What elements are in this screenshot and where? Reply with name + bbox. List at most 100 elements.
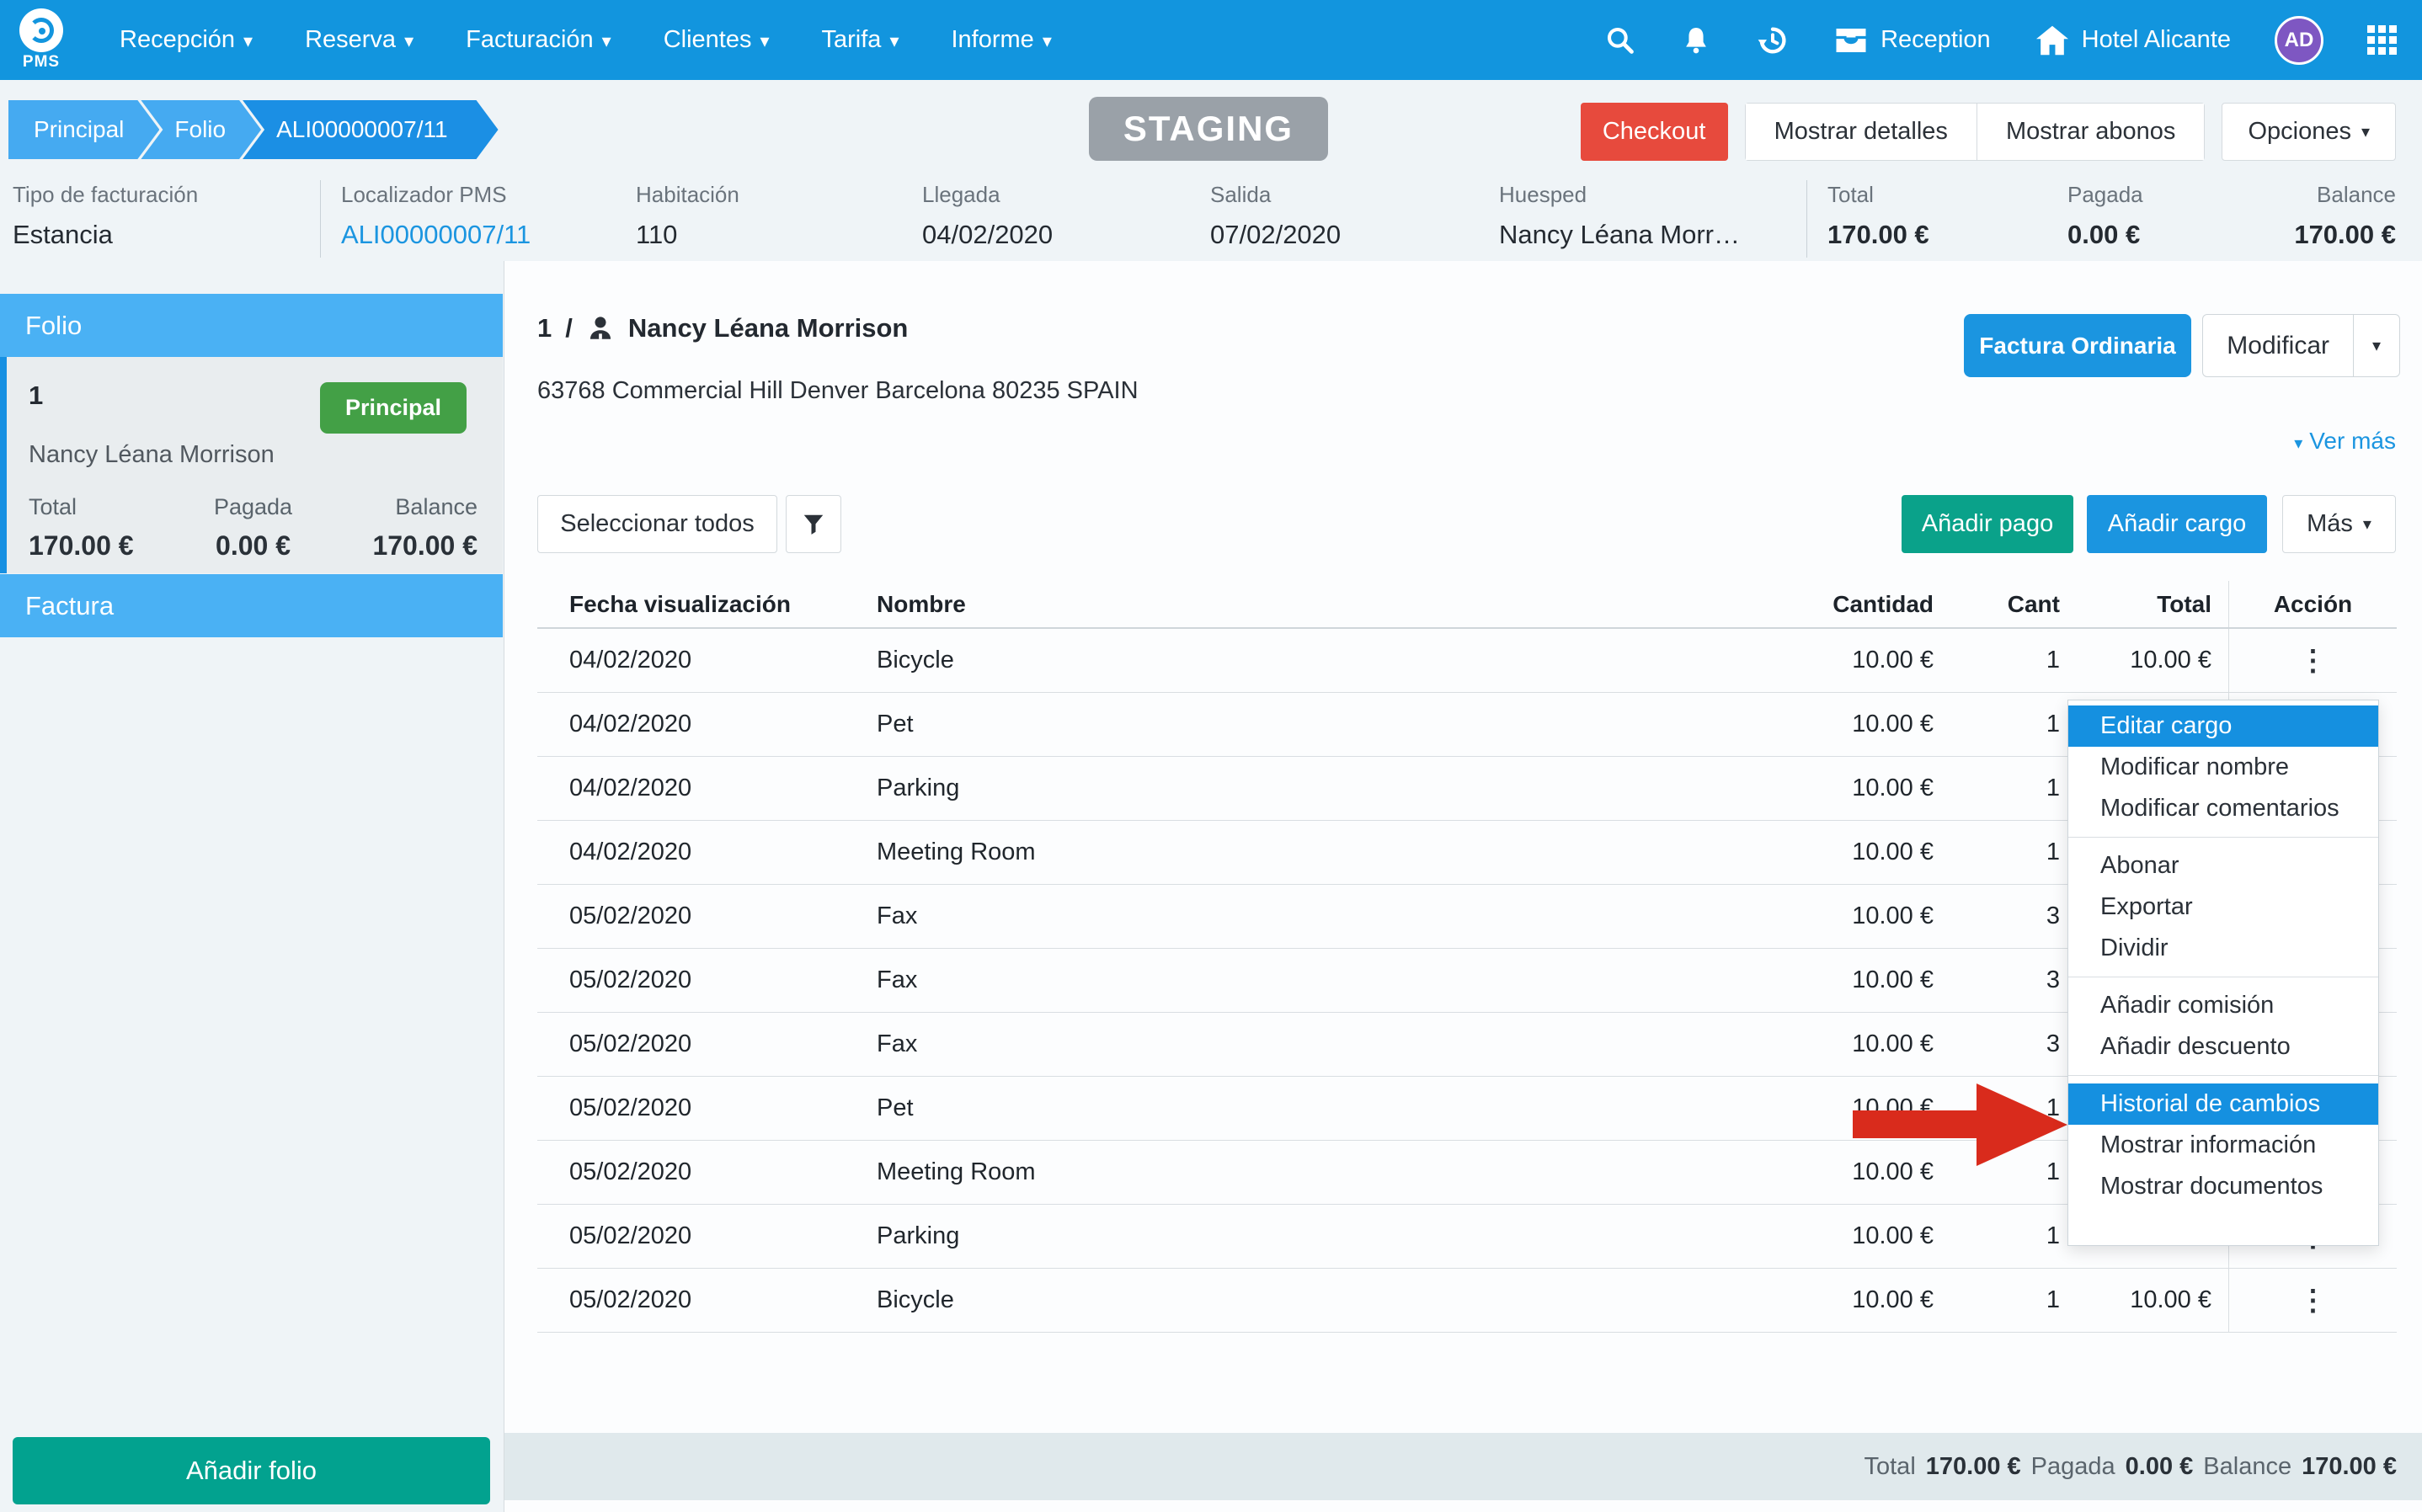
table-row[interactable]: 04/02/2020 Bicycle 10.00 € 1 10.00 € ⋮ xyxy=(537,629,2397,693)
modificar-split-button[interactable]: Modificar ▾ xyxy=(2202,314,2400,377)
inbox-label: Reception xyxy=(1881,26,1991,54)
factura-ordinaria-button[interactable]: Factura Ordinaria xyxy=(1964,314,2191,377)
hotel-label: Hotel Alicante xyxy=(2082,26,2231,54)
menu-tarifa[interactable]: Tarifa▾ xyxy=(822,26,899,54)
guest-index: 1 xyxy=(537,313,552,343)
info-habitacion: Habitación 110 xyxy=(636,182,739,250)
chevron-down-icon: ▾ xyxy=(1043,30,1052,51)
more-button[interactable]: Más▾ xyxy=(2282,495,2396,553)
menu-item-modificar-comentarios[interactable]: Modificar comentarios xyxy=(2068,788,2378,829)
add-charge-button[interactable]: Añadir cargo xyxy=(2087,495,2267,553)
menu-recepcion[interactable]: Recepción▾ xyxy=(120,26,253,54)
info-huesped: Huesped Nancy Léana Morr… xyxy=(1499,182,1740,250)
menu-item-anadir-comision[interactable]: Añadir comisión xyxy=(2068,985,2378,1026)
principal-badge: Principal xyxy=(320,382,467,434)
top-navbar: PMS Recepción▾ Reserva▾ Facturación▾ Cli… xyxy=(0,0,2422,80)
avatar[interactable]: AD xyxy=(2275,16,2323,65)
info-balance: Balance 170.00 € xyxy=(2294,182,2396,250)
row-actions-kebab-icon[interactable]: ⋮ xyxy=(2299,647,2328,675)
divider xyxy=(2068,837,2378,838)
table-row[interactable]: 05/02/2020 Bicycle 10.00 € 1 10.00 € ⋮ xyxy=(537,1269,2397,1333)
divider xyxy=(1806,180,1807,258)
info-salida: Salida 07/02/2020 xyxy=(1210,182,1341,250)
apps-grid-icon[interactable] xyxy=(2367,25,2397,55)
add-folio-button[interactable]: Añadir folio xyxy=(13,1437,490,1504)
reservation-info-bar: Tipo de facturación Estancia Localizador… xyxy=(0,177,2422,261)
sidebar-folio-header[interactable]: Folio xyxy=(0,294,503,357)
menu-item-abonar[interactable]: Abonar xyxy=(2068,845,2378,886)
menu-item-exportar[interactable]: Exportar xyxy=(2068,886,2378,928)
modificar-button[interactable]: Modificar xyxy=(2203,315,2353,376)
chevron-down-icon: ▾ xyxy=(2361,121,2370,142)
inbox-icon xyxy=(1833,25,1869,56)
guest-address: 63768 Commercial Hill Denver Barcelona 8… xyxy=(537,377,1139,405)
search-icon[interactable] xyxy=(1604,24,1636,56)
history-icon[interactable] xyxy=(1756,24,1790,57)
chevron-down-icon: ▾ xyxy=(889,30,899,51)
info-total: Total 170.00 € xyxy=(1827,182,1929,250)
menu-facturacion[interactable]: Facturación▾ xyxy=(466,26,611,54)
modificar-dropdown-toggle[interactable]: ▾ xyxy=(2353,315,2399,376)
row-actions-kebab-icon[interactable]: ⋮ xyxy=(2299,1286,2328,1315)
mostrar-abonos-button[interactable]: Mostrar abonos xyxy=(1977,104,2205,160)
chevron-down-icon: ▾ xyxy=(602,30,611,51)
chevron-down-icon: ▾ xyxy=(2294,434,2302,453)
add-payment-button[interactable]: Añadir pago xyxy=(1902,495,2073,553)
app-logo[interactable]: PMS xyxy=(15,8,67,72)
menu-item-mostrar-documentos[interactable]: Mostrar documentos xyxy=(2068,1166,2378,1207)
chevron-down-icon: ▾ xyxy=(404,30,413,51)
info-llegada: Llegada 04/02/2020 xyxy=(922,182,1053,250)
folio-pagada-value: 0.00 € xyxy=(214,530,292,562)
menu-item-anadir-descuento[interactable]: Añadir descuento xyxy=(2068,1026,2378,1067)
breadcrumb-locator[interactable]: ALI00000007/11 xyxy=(243,100,498,159)
pms-logo-icon xyxy=(19,8,63,52)
sidebar-factura-header[interactable]: Factura xyxy=(0,574,503,637)
info-pagada: Pagada 0.00 € xyxy=(2067,182,2143,250)
checkout-button[interactable]: Checkout xyxy=(1581,103,1728,161)
staging-badge: STAGING xyxy=(1089,97,1328,161)
chevron-down-icon: ▾ xyxy=(2363,514,2371,535)
menu-item-historial-de-cambios[interactable]: Historial de cambios xyxy=(2068,1083,2378,1125)
folio-total-value: 170.00 € xyxy=(29,530,134,562)
hotel-home[interactable]: Hotel Alicante xyxy=(2035,24,2231,56)
menu-item-dividir[interactable]: Dividir xyxy=(2068,928,2378,969)
breadcrumb-row: Principal Folio ALI00000007/11 STAGING C… xyxy=(0,80,2422,177)
folio-total-label: Total xyxy=(29,494,134,520)
folio-card[interactable]: 1 Principal Nancy Léana Morrison Total 1… xyxy=(0,357,503,573)
folio-guest-name: Nancy Léana Morrison xyxy=(29,441,477,469)
ver-mas-link[interactable]: ▾Ver más xyxy=(2294,428,2396,455)
localizador-link[interactable]: ALI00000007/11 xyxy=(341,220,531,250)
menu-reserva[interactable]: Reserva▾ xyxy=(305,26,413,54)
charge-context-menu: Editar cargo Modificar nombre Modificar … xyxy=(2067,700,2379,1246)
menu-item-modificar-nombre[interactable]: Modificar nombre xyxy=(2068,747,2378,788)
home-icon xyxy=(2035,24,2070,56)
folio-balance-value: 170.00 € xyxy=(372,530,477,562)
filter-button[interactable] xyxy=(786,495,841,553)
opciones-button[interactable]: Opciones▾ xyxy=(2222,103,2396,161)
chevron-down-icon: ▾ xyxy=(243,30,253,51)
divider xyxy=(320,180,321,258)
notifications-bell-icon[interactable] xyxy=(1680,24,1712,56)
chevron-down-icon: ▾ xyxy=(760,30,769,51)
breadcrumb-principal[interactable]: Principal xyxy=(8,100,159,159)
guest-name: Nancy Léana Morrison xyxy=(628,313,908,343)
menu-item-mostrar-informacion[interactable]: Mostrar información xyxy=(2068,1125,2378,1166)
filter-funnel-icon xyxy=(801,512,826,537)
menu-item-editar-cargo[interactable]: Editar cargo xyxy=(2068,705,2378,747)
folio-summary-bar: Total 170.00 € Pagada 0.00 € Balance 170… xyxy=(504,1433,2422,1500)
menu-clientes[interactable]: Clientes▾ xyxy=(664,26,770,54)
mostrar-detalles-button[interactable]: Mostrar detalles xyxy=(1746,104,1977,160)
pms-logo-label: PMS xyxy=(23,53,60,72)
breadcrumb: Principal Folio ALI00000007/11 xyxy=(8,100,480,159)
divider xyxy=(2068,1075,2378,1076)
menu-informe[interactable]: Informe▾ xyxy=(951,26,1051,54)
person-icon xyxy=(586,314,615,343)
info-localizador: Localizador PMS ALI00000007/11 xyxy=(341,182,531,250)
charges-table-header: Fecha visualización Nombre Cantidad Cant… xyxy=(537,581,2397,629)
main-menu: Recepción▾ Reserva▾ Facturación▾ Cliente… xyxy=(120,26,1052,54)
select-all-button[interactable]: Seleccionar todos xyxy=(537,495,777,553)
red-annotation-arrow-head xyxy=(1977,1083,2067,1166)
inbox-reception[interactable]: Reception xyxy=(1833,25,1991,56)
folio-pagada-label: Pagada xyxy=(214,494,292,520)
guest-separator: / xyxy=(565,313,573,343)
